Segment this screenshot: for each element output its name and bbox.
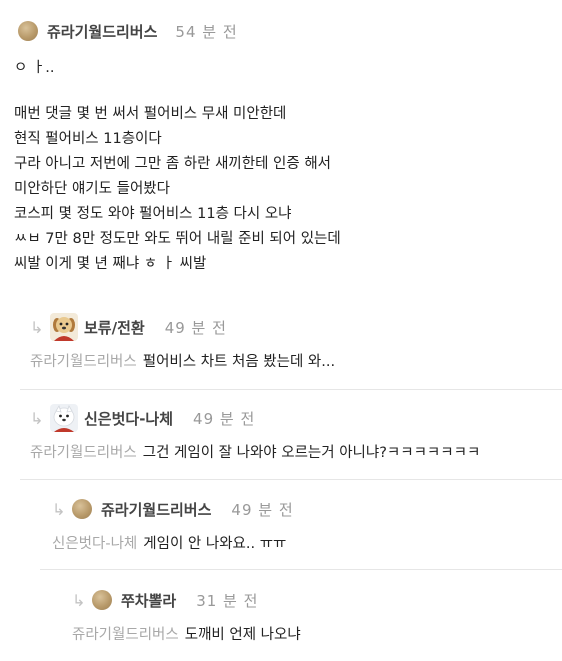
reply-text: 도깨비 언제 나오냐 xyxy=(184,627,301,643)
reply-author-nickname[interactable]: 신은벗다-나체 xyxy=(84,408,173,429)
reply-mention[interactable]: 쥬라기월드리버스 xyxy=(30,445,137,461)
circle-avatar-icon[interactable] xyxy=(92,590,112,610)
reply-separator xyxy=(40,569,562,570)
post-line: 미안하단 얘기도 들어봤다 xyxy=(14,181,170,197)
reply-separator xyxy=(20,389,562,390)
reply-arrow-icon: ↳ xyxy=(30,408,44,428)
reply-author-nickname[interactable]: 쭈차뽈라 xyxy=(121,590,176,611)
post-line: 씨발 이게 몇 년 째냐 ㅎ ㅏ 씨발 xyxy=(14,256,207,272)
reply-author-nickname[interactable]: 보류/전환 xyxy=(84,317,145,338)
post-line: 구라 아니고 저번에 그만 좀 하란 새끼한테 인증 해서 xyxy=(14,156,332,172)
white-dog-avatar-icon[interactable] xyxy=(50,404,78,432)
reply-arrow-icon: ↳ xyxy=(30,317,44,337)
post-line: 현직 펄어비스 11층이다 xyxy=(14,131,162,147)
circle-avatar-icon[interactable] xyxy=(72,499,92,519)
post-line: ㅇ ㅏ.. xyxy=(14,60,55,76)
post-header: 쥬라기월드리버스 54 분 전 xyxy=(18,18,238,44)
reply-content: 쥬라기월드리버스 펄어비스 차트 처음 봤는데 와... xyxy=(30,350,562,371)
reply-time: 31 분 전 xyxy=(196,591,259,610)
reply-mention[interactable]: 쥬라기월드리버스 xyxy=(72,627,179,643)
reply-content: 쥬라기월드리버스 도깨비 언제 나오냐 xyxy=(72,623,562,644)
author-avatar[interactable] xyxy=(18,21,38,41)
reply-time: 49 분 전 xyxy=(164,318,227,337)
reply-author-nickname[interactable]: 쥬라기월드리버스 xyxy=(101,499,211,520)
reply-arrow-icon: ↳ xyxy=(72,590,86,610)
reply-text: 펄어비스 차트 처음 봤는데 와... xyxy=(142,354,336,370)
reply-2: ↳ 신은벗다-나체 49 분 전 쥬라기월드리버스 그건 게임이 잘 나와야 오르… xyxy=(30,403,562,462)
reply-text: 그건 게임이 잘 나와야 오르는거 아니냐?ㅋㅋㅋㅋㅋㅋㅋ xyxy=(142,445,481,461)
reply-time: 49 분 전 xyxy=(193,409,256,428)
post-line-blank xyxy=(14,81,554,102)
post-line: 매번 댓글 몇 번 써서 펄어비스 무새 미안한데 xyxy=(14,106,287,122)
reply-1: ↳ 보류/전환 49 분 전 쥬라기월드리버스 펄어비스 차트 처음 봤는데 와.… xyxy=(30,312,562,371)
reply-text: 게임이 안 나와요.. ㅠㅠ xyxy=(143,536,287,552)
reply-content: 신은벗다-나체 게임이 안 나와요.. ㅠㅠ xyxy=(52,532,562,553)
reply-arrow-icon: ↳ xyxy=(52,499,66,519)
post-body: ㅇ ㅏ.. 매번 댓글 몇 번 써서 펄어비스 무새 미안한데 현직 펄어비스 … xyxy=(14,56,554,277)
reply-separator xyxy=(20,479,562,480)
reply-mention[interactable]: 신은벗다-나체 xyxy=(52,536,137,552)
reply-content: 쥬라기월드리버스 그건 게임이 잘 나와야 오르는거 아니냐?ㅋㅋㅋㅋㅋㅋㅋ xyxy=(30,441,562,462)
post-time: 54 분 전 xyxy=(175,22,238,41)
post-line: 코스피 몇 정도 와야 펄어비스 11층 다시 오냐 xyxy=(14,206,292,222)
reply-mention[interactable]: 쥬라기월드리버스 xyxy=(30,354,137,370)
post-author-nickname[interactable]: 쥬라기월드리버스 xyxy=(47,21,157,42)
post-line: ㅆㅂ 7만 8만 정도만 와도 뛰어 내릴 준비 되어 있는데 xyxy=(14,231,341,247)
reply-4: ↳ 쭈차뽈라 31 분 전 쥬라기월드리버스 도깨비 언제 나오냐 xyxy=(72,585,562,644)
puppy-avatar-icon[interactable] xyxy=(50,313,78,341)
reply-3: ↳ 쥬라기월드리버스 49 분 전 신은벗다-나체 게임이 안 나와요.. ㅠㅠ xyxy=(52,494,562,553)
reply-time: 49 분 전 xyxy=(231,500,294,519)
